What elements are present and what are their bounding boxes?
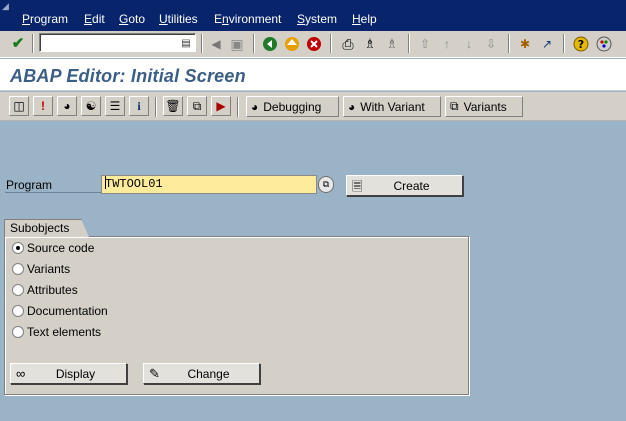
menu-edit[interactable]: Edit xyxy=(84,12,105,27)
menu-program[interactable]: Program xyxy=(22,12,68,27)
toolbar-separator xyxy=(563,34,565,53)
with-variant-button[interactable]: ◕ With Variant xyxy=(343,96,441,117)
toolbar-separator xyxy=(253,34,255,53)
debugging-button[interactable]: ◕ Debugging xyxy=(246,96,339,117)
subobjects-tab-corner xyxy=(81,219,89,237)
display-button-label: Display xyxy=(55,366,96,381)
display-button[interactable]: ∞ Display xyxy=(10,363,127,384)
menu-help[interactable]: Help xyxy=(352,12,377,27)
execute-icon[interactable]: ◕ xyxy=(57,96,77,116)
window-menu-icon[interactable]: ◢ xyxy=(2,1,14,11)
shortcut-icon[interactable]: ↗ xyxy=(538,35,556,53)
first-page-icon[interactable]: ⇧ xyxy=(416,35,434,53)
variants-icon: ⧉ xyxy=(450,99,459,113)
copy-icon[interactable]: ⧉ xyxy=(187,96,207,116)
radio-selected-icon xyxy=(12,242,24,254)
change-button[interactable]: ✎ Change xyxy=(143,363,260,384)
subobjects-title: Subobjects xyxy=(4,219,82,237)
debugging-button-label: Debugging xyxy=(263,99,322,114)
radio-source-code[interactable]: Source code xyxy=(12,241,94,255)
rename-icon[interactable]: ▶ xyxy=(211,96,231,116)
find-icon[interactable]: ♗ xyxy=(361,35,379,53)
toolbar-separator xyxy=(201,34,203,53)
radio-unselected-icon xyxy=(12,263,24,275)
create-button[interactable]: 🗏︎ Create xyxy=(346,175,463,196)
with-variant-button-label: With Variant xyxy=(360,99,425,114)
menu-goto[interactable]: Goto xyxy=(119,12,145,27)
layout-menu-icon[interactable] xyxy=(595,35,613,53)
delete-icon[interactable]: 🗑︎ xyxy=(163,96,183,116)
print-icon[interactable]: ⎙ xyxy=(339,35,357,53)
radio-unselected-icon xyxy=(12,326,24,338)
back-nav-icon[interactable] xyxy=(261,35,279,53)
debugging-icon: ◕ xyxy=(251,99,259,114)
menu-environment[interactable]: Environment xyxy=(214,12,281,27)
toolbar-separator xyxy=(508,34,510,53)
value-help-icon[interactable]: ⧉ xyxy=(318,176,334,193)
program-input[interactable]: TWTOOL01 xyxy=(101,175,317,194)
program-input-value: TWTOOL01 xyxy=(105,177,163,191)
toolbar-separator xyxy=(330,34,332,53)
save-icon[interactable]: ▣ xyxy=(228,35,246,53)
create-icon: 🗏︎ xyxy=(352,179,363,194)
toolbar-separator xyxy=(32,34,34,53)
back-icon[interactable]: ◀ xyxy=(207,35,225,53)
radio-variants-label: Variants xyxy=(27,262,71,276)
other-object-icon[interactable]: ◫ xyxy=(9,96,29,116)
toolbar-separator xyxy=(408,34,410,53)
menu-system[interactable]: System xyxy=(297,12,337,27)
next-page-icon[interactable]: ↓ xyxy=(460,35,478,53)
toolbar-separator xyxy=(155,97,157,117)
last-page-icon[interactable]: ⇩ xyxy=(482,35,500,53)
radio-source-code-label: Source code xyxy=(27,241,95,255)
svg-text:?: ? xyxy=(578,38,584,51)
display-glasses-icon: ∞ xyxy=(16,366,26,381)
help-icon[interactable]: ? xyxy=(572,35,590,53)
radio-documentation[interactable]: Documentation xyxy=(12,304,108,318)
create-button-label: Create xyxy=(393,178,430,193)
radio-unselected-icon xyxy=(12,305,24,317)
radio-variants[interactable]: Variants xyxy=(12,262,70,276)
radio-unselected-icon xyxy=(12,284,24,296)
program-label: Program xyxy=(6,178,53,192)
previous-page-icon[interactable]: ↑ xyxy=(438,35,456,53)
page-title: ABAP Editor: Initial Screen xyxy=(10,66,246,86)
exit-icon[interactable] xyxy=(283,35,301,53)
radio-text-elements[interactable]: Text elements xyxy=(12,325,101,339)
radio-attributes[interactable]: Attributes xyxy=(12,283,78,297)
cancel-icon[interactable] xyxy=(305,35,323,53)
radio-text-elements-label: Text elements xyxy=(27,325,102,339)
radio-documentation-label: Documentation xyxy=(27,304,108,318)
with-variant-icon: ◕ xyxy=(348,99,356,114)
object-list-icon[interactable]: ☰ xyxy=(105,96,125,116)
command-dropdown-icon[interactable]: ▤ xyxy=(178,35,194,52)
enter-icon[interactable]: ✔ xyxy=(9,35,27,53)
where-used-icon[interactable]: ☯ xyxy=(81,96,101,116)
variants-button-label: Variants xyxy=(463,99,507,114)
info-icon[interactable]: i xyxy=(129,96,149,116)
menu-utilities[interactable]: Utilities xyxy=(159,12,198,27)
radio-attributes-label: Attributes xyxy=(27,283,78,297)
change-button-label: Change xyxy=(187,366,230,381)
program-label-underline xyxy=(5,192,101,193)
change-pencil-icon: ✎ xyxy=(149,366,160,381)
command-field[interactable] xyxy=(39,33,196,52)
variants-button[interactable]: ⧉ Variants xyxy=(445,96,523,117)
check-syntax-icon[interactable]: ! xyxy=(33,96,53,116)
toolbar-separator xyxy=(237,97,239,117)
new-session-icon[interactable]: ✱ xyxy=(516,35,534,53)
find-next-icon[interactable]: ♗ xyxy=(383,35,401,53)
